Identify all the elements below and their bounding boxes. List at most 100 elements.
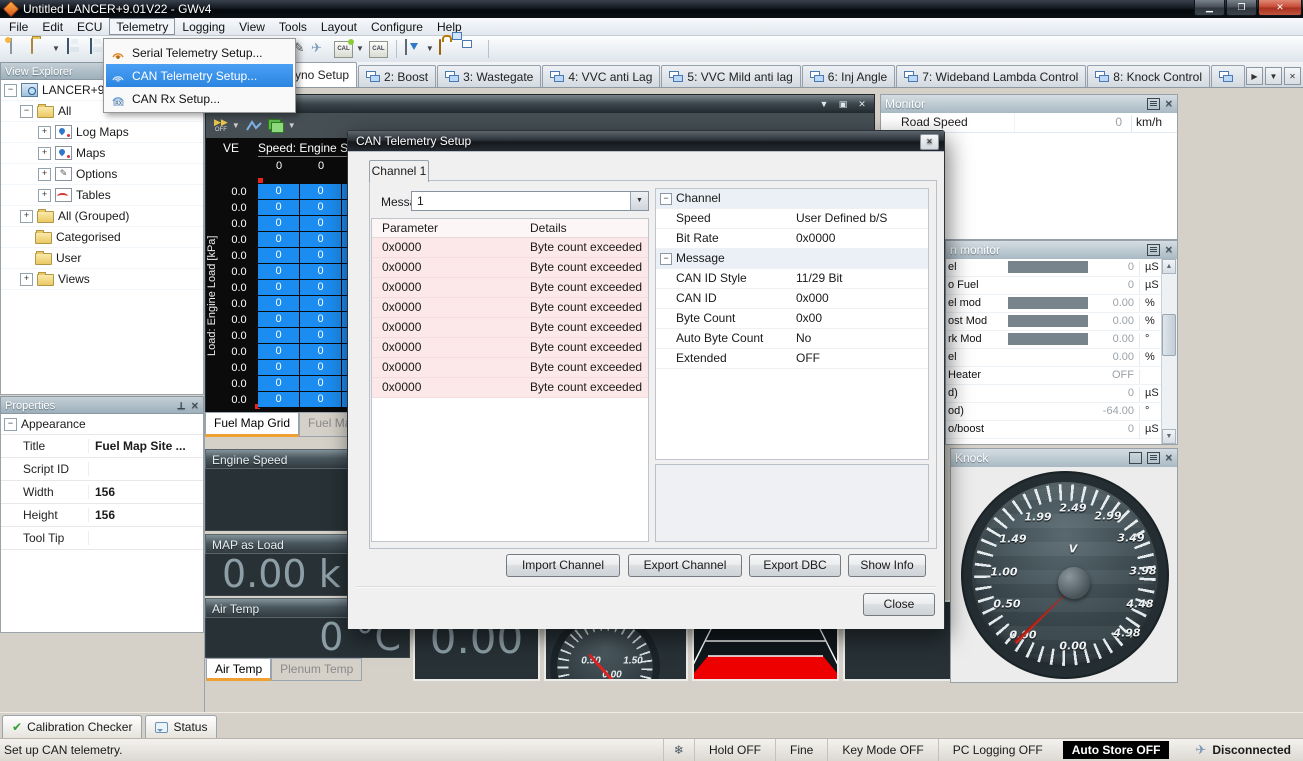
tab-air-temp[interactable]: Air Temp: [206, 658, 271, 681]
properties-icon[interactable]: [1147, 244, 1160, 256]
row-label[interactable]: 0.0: [223, 248, 255, 264]
pane-options-icon[interactable]: ▣: [835, 98, 851, 111]
fuel-cell[interactable]: 0: [300, 360, 342, 376]
parameter-cell[interactable]: 0x0000: [382, 380, 421, 394]
fine-indicator[interactable]: Fine: [775, 739, 827, 761]
pc-logging-indicator[interactable]: PC Logging OFF: [938, 739, 1057, 761]
show-info-button[interactable]: Show Info: [848, 554, 926, 577]
row-label[interactable]: 0.0: [223, 280, 255, 296]
expand-icon[interactable]: +: [38, 147, 51, 160]
row-label[interactable]: 0.0: [223, 216, 255, 232]
fuel-cell[interactable]: 0: [258, 184, 300, 200]
scroll-down-icon[interactable]: ▼: [1162, 429, 1176, 444]
parameter-row[interactable]: 0x0000 Byte count exceeded: [372, 298, 648, 318]
menu-telemetry[interactable]: Telemetry: [109, 18, 175, 35]
save-as-icon[interactable]: [90, 38, 92, 54]
menu-logging[interactable]: Logging: [175, 18, 232, 35]
menu-tools[interactable]: Tools: [272, 18, 314, 35]
fuel-cell[interactable]: 0: [300, 376, 342, 392]
fuel-cell[interactable]: 0: [300, 248, 342, 264]
fuel-cell[interactable]: 0: [258, 280, 300, 296]
collapse-icon[interactable]: −: [4, 418, 17, 431]
menu-edit[interactable]: Edit: [35, 18, 70, 35]
message-select[interactable]: 1 ▼: [411, 191, 649, 211]
auto-store-indicator[interactable]: Auto Store OFF: [1063, 741, 1170, 759]
parameter-row[interactable]: 0x0000 Byte count exceeded: [372, 378, 648, 398]
popout-icon[interactable]: [1129, 452, 1142, 464]
menu-file[interactable]: File: [2, 18, 35, 35]
properties-icon[interactable]: [1147, 98, 1160, 110]
row-label[interactable]: 0.0: [223, 200, 255, 216]
trace-icon[interactable]: ▶▶OFF: [214, 118, 228, 134]
fuel-cell[interactable]: 0: [300, 200, 342, 216]
row-label[interactable]: 0.0: [223, 392, 255, 408]
close-icon[interactable]: ✕: [1165, 245, 1173, 256]
row-label[interactable]: 0.0: [223, 232, 255, 248]
scroll-up-icon[interactable]: ▲: [1162, 259, 1176, 274]
close-icon[interactable]: ✕: [191, 401, 199, 412]
parameter-row[interactable]: 0x0000 Byte count exceeded: [372, 318, 648, 338]
prop-row-bit-rate[interactable]: Bit Rate 0x0000: [656, 229, 928, 249]
row-label[interactable]: 0.0: [223, 296, 255, 312]
fuel-cell[interactable]: 0: [300, 312, 342, 328]
menu-ecu[interactable]: ECU: [70, 18, 109, 35]
fuel-cell[interactable]: 0: [300, 280, 342, 296]
tree-item-log-maps[interactable]: + Log Maps: [1, 122, 203, 143]
save-icon[interactable]: [67, 38, 69, 54]
prop-row-extended[interactable]: Extended OFF: [656, 349, 928, 369]
menu-help[interactable]: Help: [430, 18, 469, 35]
tab-status[interactable]: Status: [145, 715, 217, 738]
key-mode-indicator[interactable]: Key Mode OFF: [827, 739, 937, 761]
freeze-icon[interactable]: ❄: [663, 739, 694, 761]
property-row-height[interactable]: Height 156: [1, 504, 203, 527]
fuel-cell[interactable]: 0: [258, 296, 300, 312]
cal-new-icon[interactable]: CAL: [334, 41, 353, 58]
tab-wastegate[interactable]: 3: Wastegate: [437, 65, 541, 87]
dialog-titlebar[interactable]: CAN Telemetry Setup ✕: [348, 131, 944, 151]
export-channel-button[interactable]: Export Channel: [628, 554, 742, 577]
collapse-icon[interactable]: −: [20, 105, 33, 118]
layers-dropdown-icon[interactable]: ▼: [288, 121, 296, 130]
parameter-row[interactable]: 0x0000 Byte count exceeded: [372, 258, 648, 278]
tab-partial[interactable]: [1211, 65, 1245, 87]
fuel-cell[interactable]: 0: [300, 184, 342, 200]
tab-fuel-map-grid[interactable]: Fuel Map Grid: [205, 412, 299, 437]
row-label[interactable]: 0.0: [223, 376, 255, 392]
fuel-cell[interactable]: 0: [258, 312, 300, 328]
group-channel[interactable]: − Channel: [656, 189, 928, 209]
aux-monitor-scrollbar[interactable]: ▲ ▼: [1161, 259, 1177, 444]
fuel-cell[interactable]: 0: [300, 392, 342, 408]
collapse-icon[interactable]: −: [4, 84, 17, 97]
tab-calibration-checker[interactable]: ✔ Calibration Checker: [2, 715, 142, 738]
menu-configure[interactable]: Configure: [364, 18, 430, 35]
tree-item-all-grouped[interactable]: + All (Grouped): [1, 206, 203, 227]
tree-item-maps[interactable]: + Maps: [1, 143, 203, 164]
tab-scroll-right-icon[interactable]: ▶: [1246, 67, 1263, 85]
property-row-title[interactable]: Title Fuel Map Site ...: [1, 435, 203, 458]
fuel-cell[interactable]: 0: [258, 344, 300, 360]
menu-item-serial-telemetry-setup[interactable]: Serial Telemetry Setup...: [106, 41, 293, 64]
download-icon[interactable]: [405, 39, 407, 55]
cal-dropdown-icon[interactable]: ▼: [356, 44, 364, 53]
open-file-icon[interactable]: [31, 38, 33, 54]
tab-inj-angle[interactable]: 6: Inj Angle: [802, 65, 895, 87]
fuel-cell[interactable]: 0: [258, 200, 300, 216]
menu-item-can-telemetry-setup[interactable]: CAN Telemetry Setup...: [106, 64, 293, 87]
fuel-cell[interactable]: 0: [258, 264, 300, 280]
tree-item-categorised[interactable]: Categorised: [1, 227, 203, 248]
row-label[interactable]: 0.0: [223, 360, 255, 376]
fuel-cell[interactable]: 0: [300, 296, 342, 312]
expand-icon[interactable]: +: [38, 189, 51, 202]
col-header[interactable]: 0: [300, 160, 342, 172]
collapse-icon[interactable]: −: [660, 253, 672, 265]
layers-icon[interactable]: [268, 119, 284, 132]
minimize-button[interactable]: ▁: [1194, 0, 1225, 16]
interpolate-icon[interactable]: [246, 120, 262, 132]
close-dialog-button[interactable]: Close: [863, 593, 935, 616]
fuel-cell[interactable]: 0: [258, 360, 300, 376]
parameter-row[interactable]: 0x0000 Byte count exceeded: [372, 278, 648, 298]
parameter-cell[interactable]: 0x0000: [382, 280, 421, 294]
menu-view[interactable]: View: [232, 18, 272, 35]
prop-row-byte-count[interactable]: Byte Count 0x00: [656, 309, 928, 329]
close-button[interactable]: ✕: [1258, 0, 1302, 16]
